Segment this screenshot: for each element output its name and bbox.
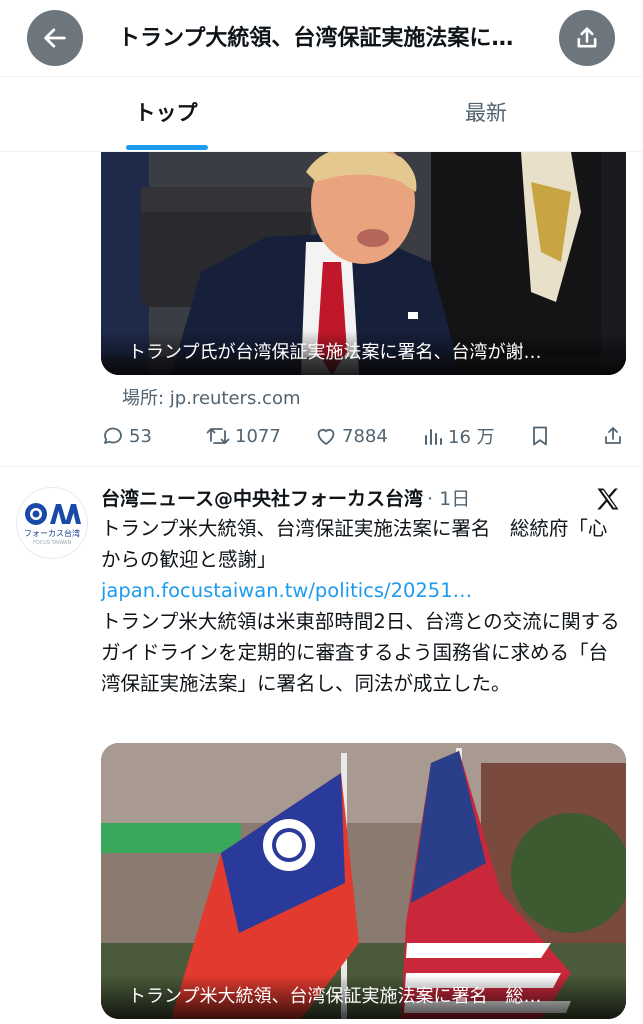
tweet-image[interactable]: トランプ米大統領、台湾保証実施法案に署名 総… [101,743,626,1019]
tweet-divider [0,466,643,467]
active-tab-indicator [126,145,208,150]
tweet-author-line: 台湾ニュース@中央社フォーカス台湾 · 1日 [101,484,470,514]
bookmark-icon [533,426,547,446]
bookmark-button[interactable] [529,418,555,454]
tweet-image-caption-bar: トランプ米大統領、台湾保証実施法案に署名 総… [101,975,626,1019]
news-card-image[interactable]: トランプ氏が台湾保証実施法案に署名、台湾が謝… [101,152,626,375]
share-icon [577,27,597,48]
tweet-image-caption: トランプ米大統領、台湾保証実施法案に署名 総… [128,986,542,1007]
link-source[interactable]: 場所: jp.reuters.com [122,384,301,410]
tweet-body: トランプ米大統領は米東部時間2日、台湾との交流に関するガイドラインを定期的に審査… [101,610,620,695]
reply-button[interactable]: 53 [101,418,152,454]
tweet-link[interactable]: japan.focustaiwan.tw/politics/20251… [101,575,621,606]
top-bar: トランプ大統領、台湾保証実施法案に… [0,0,643,77]
reply-count: 53 [129,425,152,447]
arrow-left-icon [44,28,66,48]
like-count: 7884 [342,425,388,447]
share-tweet-button[interactable] [601,418,629,454]
avatar-label: フォーカス台湾 [24,529,80,538]
tweet-actions: 53 1077 7884 16 万 [0,418,643,454]
bar-chart-icon [425,429,442,445]
avatar[interactable]: フォーカス台湾 FOCUS TAIWAN [16,487,88,559]
author-name[interactable]: 台湾ニュース@中央社フォーカス台湾 [101,488,423,510]
heart-icon [317,428,335,445]
repost-icon [206,428,230,444]
reply-icon [104,427,122,444]
share-button[interactable] [559,10,615,66]
page: トランプ大統領、台湾保証実施法案に… トップ 最新 トランプ氏が台湾保証実施法案… [0,0,643,1024]
page-title: トランプ大統領、台湾保証実施法案に… [118,26,514,51]
repost-button[interactable]: 1077 [205,418,281,454]
tweet-text: トランプ米大統領、台湾保証実施法案に署名 総統府「心からの歓迎と感謝」 japa… [101,513,621,699]
views-count: 16 万 [448,427,495,448]
tab-top[interactable]: トップ [66,77,266,151]
tweet-headline: トランプ米大統領、台湾保証実施法案に署名 総統府「心からの歓迎と感謝」 [101,517,608,571]
share-icon [605,427,621,444]
like-button[interactable]: 7884 [314,418,388,454]
back-button[interactable] [27,10,83,66]
x-logo-icon [597,488,619,510]
avatar-sublabel: FOCUS TAIWAN [32,540,72,546]
tab-latest[interactable]: 最新 [386,77,586,151]
news-card-caption-bar: トランプ氏が台湾保証実施法案に署名、台湾が謝… [101,331,626,375]
tab-bar: トップ 最新 [0,77,643,152]
repost-count: 1077 [235,425,281,447]
cna-logo-icon [25,503,81,525]
views-button[interactable]: 16 万 [422,418,495,454]
tweet-time: · 1日 [427,488,471,510]
news-card-caption: トランプ氏が台湾保証実施法案に署名、台湾が謝… [128,342,542,363]
